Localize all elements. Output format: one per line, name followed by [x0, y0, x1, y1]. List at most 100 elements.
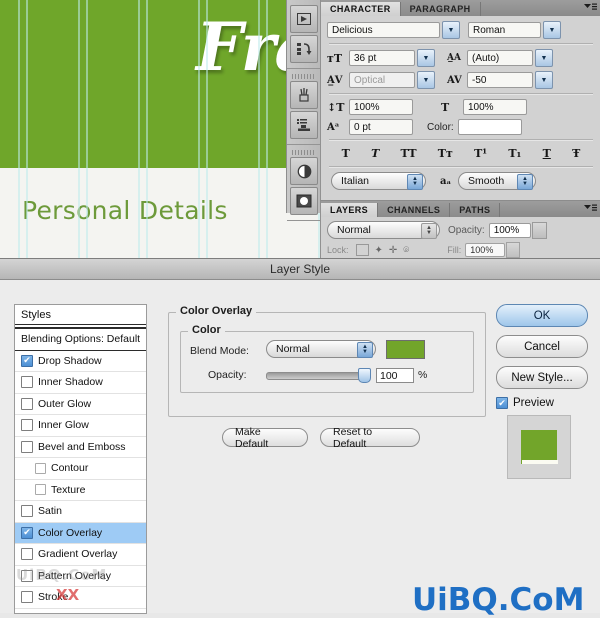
style-item-bevel-and-emboss[interactable]: Bevel and Emboss: [15, 437, 146, 458]
style-item-color-overlay[interactable]: ✔ Color Overlay: [15, 522, 146, 544]
styles-list[interactable]: Styles Blending Options: Default ✔ Drop S…: [14, 304, 147, 614]
kerning-input[interactable]: Optical: [349, 72, 415, 88]
style-item-checkbox[interactable]: [21, 591, 33, 604]
layer-opacity-input[interactable]: 100%: [488, 222, 531, 238]
style-item-checkbox[interactable]: [35, 484, 46, 496]
tool-presets-panel-icon[interactable]: [290, 111, 318, 139]
opacity-input[interactable]: 100: [376, 368, 414, 383]
all-caps-button[interactable]: TT: [401, 147, 417, 160]
blend-mode-spinner-icon[interactable]: ▲ ▼: [357, 342, 373, 358]
preview-checkbox[interactable]: ✔: [496, 397, 508, 409]
cancel-button[interactable]: Cancel: [496, 335, 588, 358]
lock-image-icon[interactable]: ✦: [375, 245, 383, 256]
masks-panel-icon[interactable]: [290, 187, 318, 215]
tab-paragraph[interactable]: PARAGRAPH: [400, 2, 481, 16]
brushes-panel-icon[interactable]: [290, 81, 318, 109]
layer-blend-mode-select[interactable]: Normal ▲ ▼: [327, 221, 440, 239]
lock-transparent-icon[interactable]: [355, 244, 369, 256]
style-item-checkbox[interactable]: [21, 569, 33, 582]
make-default-button[interactable]: Make Default: [222, 426, 308, 450]
style-item-checkbox[interactable]: [21, 397, 33, 410]
reset-to-default-button[interactable]: Reset to Default: [320, 426, 420, 450]
strikethrough-button[interactable]: Ŧ: [572, 147, 580, 160]
style-item-checkbox[interactable]: [21, 440, 33, 453]
style-item-checkbox[interactable]: ✔: [21, 526, 33, 539]
dock-grip-handle[interactable]: [292, 74, 316, 79]
blending-options-item[interactable]: Blending Options: Default: [15, 329, 146, 351]
style-item-checkbox[interactable]: ✔: [21, 354, 33, 367]
horizontal-scale-input[interactable]: 100%: [463, 99, 527, 115]
style-item-checkbox[interactable]: [21, 419, 33, 432]
antialias-spinner-icon[interactable]: ▲ ▼: [517, 174, 533, 190]
style-item-contour[interactable]: Contour: [15, 458, 146, 480]
dock-grip-handle-2[interactable]: [292, 150, 316, 155]
underline-button[interactable]: T: [543, 147, 551, 160]
style-item-gradient-overlay[interactable]: Gradient Overlay: [15, 544, 146, 566]
style-item-satin[interactable]: Satin: [15, 501, 146, 523]
vertical-scale-input[interactable]: 100%: [349, 99, 413, 115]
style-item-label: Satin: [38, 505, 62, 518]
ok-button[interactable]: OK: [496, 304, 588, 327]
faux-italic-button[interactable]: T: [371, 147, 379, 160]
color-overlay-swatch[interactable]: [386, 340, 425, 359]
new-style-button[interactable]: New Style...: [496, 366, 588, 389]
kerning-dropdown-icon[interactable]: ▼: [417, 71, 435, 89]
layer-fill-input[interactable]: 100%: [465, 243, 506, 257]
leading-dropdown-icon[interactable]: ▼: [535, 49, 553, 67]
style-item-inner-glow[interactable]: Inner Glow: [15, 415, 146, 437]
language-select[interactable]: Italian ▲ ▼: [331, 172, 426, 190]
style-item-checkbox[interactable]: [35, 462, 46, 474]
styles-list-header[interactable]: Styles: [15, 305, 146, 324]
font-size-input[interactable]: 36 pt: [349, 50, 415, 66]
animation-panel-icon[interactable]: [290, 5, 318, 33]
leading-input[interactable]: (Auto): [467, 50, 533, 66]
canvas-section-title[interactable]: Personal Details: [22, 196, 228, 225]
actions-panel-icon[interactable]: [290, 35, 318, 63]
font-style-dropdown-icon[interactable]: ▼: [543, 21, 561, 39]
tab-character[interactable]: CHARACTER: [321, 2, 401, 16]
panel-menu-icon[interactable]: [584, 3, 597, 14]
opacity-slider-track[interactable]: [266, 372, 368, 380]
tab-paths[interactable]: PATHS: [450, 203, 501, 217]
language-spinner-icon[interactable]: ▲ ▼: [407, 174, 423, 190]
style-item-pattern-overlay[interactable]: Pattern Overlay: [15, 566, 146, 587]
photoshop-canvas[interactable]: Fra Personal Details: [0, 0, 322, 262]
tracking-input[interactable]: -50: [467, 72, 533, 88]
layer-opacity-dropdown-icon[interactable]: [531, 221, 547, 239]
style-item-outer-glow[interactable]: Outer Glow: [15, 394, 146, 415]
antialias-select[interactable]: Smooth ▲ ▼: [458, 172, 536, 190]
baseline-shift-icon: Aᵃ: [327, 121, 340, 133]
baseline-shift-input[interactable]: 0 pt: [349, 119, 413, 135]
font-family-input[interactable]: Delicious: [327, 22, 440, 38]
subscript-button[interactable]: T₁: [508, 147, 521, 160]
dialog-title-bar[interactable]: Layer Style: [0, 259, 600, 280]
layer-fill-dropdown-icon[interactable]: [506, 242, 521, 258]
tab-layers[interactable]: LAYERS: [321, 203, 379, 217]
style-item-stroke[interactable]: Stroke: [15, 587, 146, 609]
style-item-checkbox[interactable]: [21, 505, 33, 518]
lock-position-icon[interactable]: ✛: [389, 245, 397, 256]
style-item-texture[interactable]: Texture: [15, 480, 146, 501]
small-caps-button[interactable]: Tᴛ: [438, 147, 453, 160]
layer-blend-mode-spinner-icon[interactable]: ▲ ▼: [421, 223, 437, 239]
opacity-slider-knob[interactable]: [358, 368, 371, 383]
tab-channels[interactable]: CHANNELS: [378, 203, 451, 217]
font-family-dropdown-icon[interactable]: ▼: [442, 21, 460, 39]
style-item-label: Texture: [51, 483, 86, 496]
style-item-checkbox[interactable]: [21, 376, 33, 389]
layers-panel: LAYERS CHANNELS PATHS Normal ▲ ▼ Opacity:…: [320, 200, 600, 263]
layers-panel-menu-icon[interactable]: [584, 204, 597, 215]
adjustments-panel-icon[interactable]: [290, 157, 318, 185]
faux-bold-button[interactable]: T: [342, 147, 350, 160]
style-item-checkbox[interactable]: [21, 548, 33, 561]
font-size-dropdown-icon[interactable]: ▼: [417, 49, 435, 67]
lock-all-icon[interactable]: ⌾: [403, 245, 409, 256]
preview-row[interactable]: ✔ Preview: [496, 397, 588, 409]
font-style-input[interactable]: Roman: [468, 22, 541, 38]
style-item-drop-shadow[interactable]: ✔ Drop Shadow: [15, 351, 146, 372]
text-color-swatch[interactable]: [457, 119, 522, 135]
tracking-dropdown-icon[interactable]: ▼: [535, 71, 553, 89]
style-item-inner-shadow[interactable]: Inner Shadow: [15, 372, 146, 394]
superscript-button[interactable]: T¹: [474, 147, 487, 160]
blend-mode-select[interactable]: Normal ▲ ▼: [266, 340, 376, 358]
